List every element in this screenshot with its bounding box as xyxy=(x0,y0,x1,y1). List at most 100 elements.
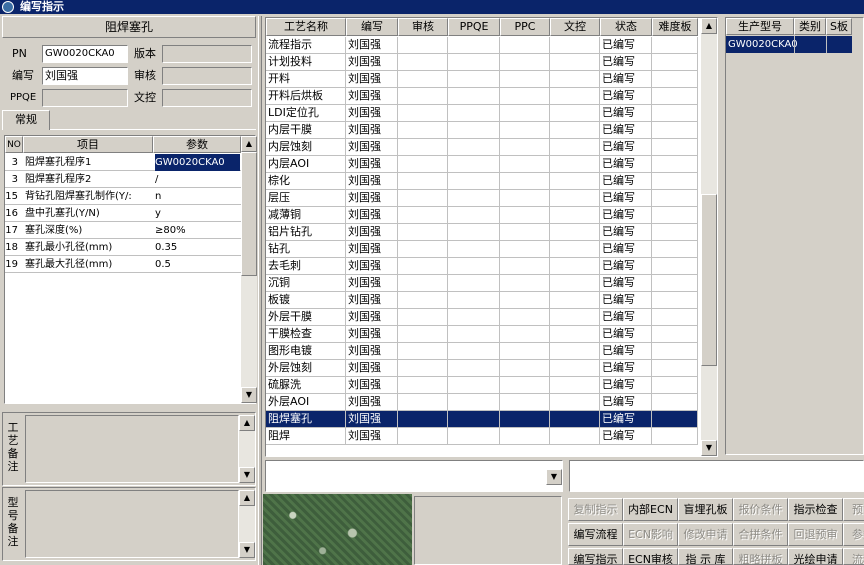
model-remark-input[interactable] xyxy=(25,490,239,558)
scroll-up-icon[interactable]: ▲ xyxy=(241,136,257,152)
process-row[interactable]: 计划投料 刘国强 已编写 xyxy=(266,54,698,71)
param-row[interactable]: 18 塞孔最小孔径(mm) 0.35 xyxy=(5,239,241,256)
scroll-thumb[interactable] xyxy=(241,152,257,276)
action-button[interactable]: 粗略拼板 xyxy=(733,548,788,565)
process-row[interactable]: LDI定位孔 刘国强 已编写 xyxy=(266,105,698,122)
param-header-no[interactable]: NO xyxy=(5,136,23,153)
process-row[interactable]: 层压 刘国强 已编写 xyxy=(266,190,698,207)
process-header-cell[interactable]: PPQE xyxy=(448,18,500,36)
param-header-value[interactable]: 参数 xyxy=(153,136,241,153)
pn-field[interactable]: GW0020CKA0 xyxy=(42,45,128,63)
action-button[interactable]: 修改申请 xyxy=(678,523,733,546)
process-header-cell[interactable]: 文控 xyxy=(550,18,600,36)
scroll-up-icon[interactable]: ▲ xyxy=(701,18,717,34)
process-header-cell[interactable]: 难度板 xyxy=(652,18,698,36)
process-header-cell[interactable]: 审核 xyxy=(398,18,448,36)
process-row[interactable]: 沉铜 刘国强 已编写 xyxy=(266,275,698,292)
process-row[interactable]: 内层蚀刻 刘国强 已编写 xyxy=(266,139,698,156)
process-header-cell[interactable]: 编写 xyxy=(346,18,398,36)
action-button[interactable]: ECN影响 xyxy=(623,523,678,546)
process-row[interactable]: 钻孔 刘国强 已编写 xyxy=(266,241,698,258)
process-grid-scrollbar[interactable]: ▲ ▼ xyxy=(701,18,717,456)
process-cell: 已编写 xyxy=(600,71,652,88)
action-button[interactable]: 编写指示 xyxy=(568,548,623,565)
scroll-thumb[interactable] xyxy=(701,194,717,366)
process-row[interactable]: 开料后烘板 刘国强 已编写 xyxy=(266,88,698,105)
process-row[interactable]: 铝片钻孔 刘国强 已编写 xyxy=(266,224,698,241)
action-button[interactable]: ECN审核 xyxy=(623,548,678,565)
model-input[interactable] xyxy=(569,460,864,492)
process-cell: 已编写 xyxy=(600,309,652,326)
process-row[interactable]: 去毛刺 刘国强 已编写 xyxy=(266,258,698,275)
process-cell: 已编写 xyxy=(600,360,652,377)
scroll-up-icon[interactable]: ▲ xyxy=(239,415,255,431)
process-cell xyxy=(652,54,698,71)
action-button[interactable]: 光绘申请 xyxy=(788,548,843,565)
version-field[interactable] xyxy=(162,45,252,63)
author-field[interactable]: 刘国强 xyxy=(42,67,128,85)
model-remark-scrollbar[interactable]: ▲ ▼ xyxy=(239,490,255,558)
process-row[interactable]: 开料 刘国强 已编写 xyxy=(266,71,698,88)
action-button[interactable]: 内部ECN xyxy=(623,498,678,521)
process-header-cell[interactable]: 工艺名称 xyxy=(266,18,346,36)
action-button[interactable]: 指示检查 xyxy=(788,498,843,521)
param-row[interactable]: 19 塞孔最大孔径(mm) 0.5 xyxy=(5,256,241,273)
process-combo[interactable]: ▼ xyxy=(265,460,563,492)
model-header-category[interactable]: 类别 xyxy=(794,18,826,35)
action-button[interactable]: 盲埋孔板 xyxy=(678,498,733,521)
process-cell: 已编写 xyxy=(600,241,652,258)
process-row[interactable]: 外层蚀刻 刘国强 已编写 xyxy=(266,360,698,377)
process-row[interactable]: 阻焊塞孔 刘国强 已编写 xyxy=(266,411,698,428)
process-cell xyxy=(652,37,698,54)
param-row[interactable]: 17 塞孔深度(%) ≥80% xyxy=(5,222,241,239)
action-button[interactable]: 合拼条件 xyxy=(733,523,788,546)
tab-general[interactable]: 常规 xyxy=(2,110,50,130)
param-scrollbar[interactable]: ▲ ▼ xyxy=(241,136,257,403)
param-row[interactable]: 16 盘中孔塞孔(Y/N) y xyxy=(5,205,241,222)
process-remark-scrollbar[interactable]: ▲ ▼ xyxy=(239,415,255,483)
process-row[interactable]: 流程指示 刘国强 已编写 xyxy=(266,37,698,54)
process-row[interactable]: 干膜检查 刘国强 已编写 xyxy=(266,326,698,343)
action-button[interactable]: 编写流程 xyxy=(568,523,623,546)
process-row[interactable]: 内层干膜 刘国强 已编写 xyxy=(266,122,698,139)
scroll-down-icon[interactable]: ▼ xyxy=(239,542,255,558)
action-button[interactable]: 回退预审 xyxy=(788,523,843,546)
scroll-down-icon[interactable]: ▼ xyxy=(241,387,257,403)
process-cell xyxy=(652,428,698,445)
process-cell: 已编写 xyxy=(600,207,652,224)
process-row[interactable]: 板镀 刘国强 已编写 xyxy=(266,292,698,309)
process-header-cell[interactable]: PPC xyxy=(500,18,550,36)
process-row[interactable]: 硫脲洗 刘国强 已编写 xyxy=(266,377,698,394)
process-row[interactable]: 棕化 刘国强 已编写 xyxy=(266,173,698,190)
review-field[interactable] xyxy=(162,67,252,85)
param-header-item[interactable]: 项目 xyxy=(23,136,153,153)
chevron-down-icon[interactable]: ▼ xyxy=(546,469,562,485)
splitter[interactable] xyxy=(258,16,262,565)
process-header-cell[interactable]: 状态 xyxy=(600,18,652,36)
process-row[interactable]: 外层干膜 刘国强 已编写 xyxy=(266,309,698,326)
action-button[interactable]: 预审 xyxy=(843,498,864,521)
model-row[interactable]: GW0020CKA0 xyxy=(726,36,852,53)
param-row[interactable]: 15 背钻孔阻焊塞孔制作(Y/: n xyxy=(5,188,241,205)
process-remark-input[interactable] xyxy=(25,415,239,483)
action-button[interactable]: 复制指示 xyxy=(568,498,623,521)
scroll-down-icon[interactable]: ▼ xyxy=(239,467,255,483)
model-header-model[interactable]: 生产型号 xyxy=(726,18,794,35)
process-row[interactable]: 阻焊 刘国强 已编写 xyxy=(266,428,698,445)
action-button[interactable]: 参数 xyxy=(843,523,864,546)
action-button[interactable]: 指 示 库 xyxy=(678,548,733,565)
action-button[interactable]: 流程 xyxy=(843,548,864,565)
ppqe-field[interactable] xyxy=(42,89,128,107)
process-cell: 刘国强 xyxy=(346,343,398,360)
doc-control-field[interactable] xyxy=(162,89,252,107)
action-button[interactable]: 报价条件 xyxy=(733,498,788,521)
scroll-down-icon[interactable]: ▼ xyxy=(701,440,717,456)
param-row[interactable]: 3 阻焊塞孔程序1 GW0020CKA0 xyxy=(5,153,241,172)
process-row[interactable]: 内层AOI 刘国强 已编写 xyxy=(266,156,698,173)
param-row[interactable]: 3 阻焊塞孔程序2 / xyxy=(5,171,241,188)
process-row[interactable]: 减薄铜 刘国强 已编写 xyxy=(266,207,698,224)
model-header-sboard[interactable]: S板 xyxy=(826,18,852,35)
process-row[interactable]: 图形电镀 刘国强 已编写 xyxy=(266,343,698,360)
scroll-up-icon[interactable]: ▲ xyxy=(239,490,255,506)
process-row[interactable]: 外层AOI 刘国强 已编写 xyxy=(266,394,698,411)
